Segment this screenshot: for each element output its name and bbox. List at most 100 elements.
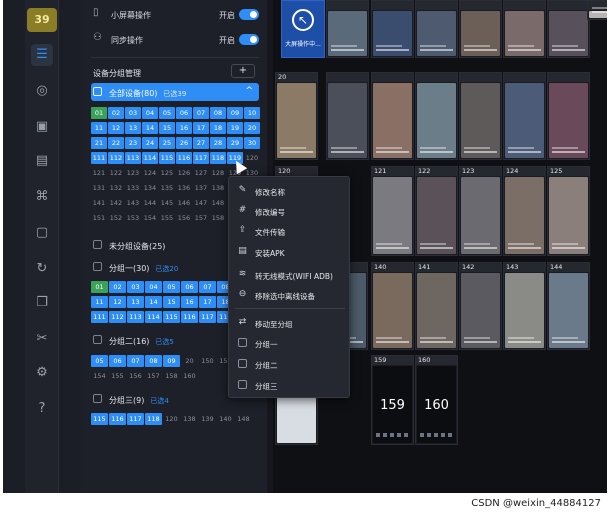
device-number-chip[interactable]: 06 [181,281,198,293]
device-number-chip[interactable]: 160 [181,370,198,382]
globe-icon[interactable]: ◎ [31,80,53,102]
checkbox[interactable] [93,262,102,271]
device-tile[interactable] [459,72,502,160]
device-number-chip[interactable]: 14 [145,296,162,308]
device-number-chip[interactable]: 112 [109,311,126,323]
device-number-chip[interactable]: 07 [127,355,144,367]
device-number-chip[interactable]: 122 [108,167,124,179]
device-tile[interactable] [371,0,414,58]
device-number-chip[interactable]: 115 [163,311,180,323]
device-number-chip[interactable]: 17 [193,122,209,134]
device-number-chip[interactable]: 09 [163,355,180,367]
device-number-chip[interactable]: 05 [91,355,108,367]
device-number-chip[interactable]: 146 [176,197,192,209]
checkbox[interactable] [93,87,102,96]
device-tile[interactable] [547,0,590,58]
device-number-chip[interactable]: 152 [108,212,124,224]
device-number-chip[interactable]: 07 [199,281,216,293]
device-number-chip[interactable]: 06 [176,107,192,119]
device-tile[interactable]: 125 [547,166,590,256]
file-settings-icon[interactable]: ▣ [31,116,53,138]
device-number-chip[interactable]: 157 [193,212,209,224]
device-number-chip[interactable]: 153 [125,212,141,224]
device-number-chip[interactable]: 02 [109,281,126,293]
device-number-chip[interactable]: 24 [142,137,158,149]
device-number-chip[interactable]: 13 [127,296,144,308]
device-number-chip[interactable]: 113 [127,311,144,323]
device-tile[interactable]: 159 159 [371,355,414,445]
command-icon[interactable]: ⌘ [31,186,53,208]
device-number-chip[interactable]: 02 [108,107,124,119]
device-number-chip[interactable]: 118 [210,152,226,164]
device-number-chip[interactable]: 156 [176,212,192,224]
device-number-chip[interactable]: 137 [193,182,209,194]
device-tile[interactable] [503,72,546,160]
device-number-chip[interactable]: 23 [125,137,141,149]
device-number-chip[interactable]: 150 [199,355,216,367]
device-number-chip[interactable]: 17 [199,296,216,308]
apk-icon[interactable]: ▤ [31,150,53,172]
device-number-chip[interactable]: 20 [181,355,198,367]
device-number-chip[interactable]: 05 [159,107,175,119]
device-number-chip[interactable]: 07 [193,107,209,119]
device-tile[interactable] [459,0,502,58]
document-icon[interactable]: ▢ [31,222,53,244]
device-number-chip[interactable]: 157 [145,370,162,382]
device-number-chip[interactable]: 126 [176,167,192,179]
device-number-chip[interactable]: 04 [142,107,158,119]
device-number-chip[interactable]: 111 [91,152,107,164]
device-number-chip[interactable]: 138 [210,182,226,194]
device-tile[interactable] [415,0,458,58]
device-number-chip[interactable]: 09 [227,107,243,119]
device-tile[interactable]: 121 [371,166,414,256]
menu-item-group-1[interactable]: 分组一 [235,335,345,351]
menu-item-group-3[interactable]: 分组三 [235,377,345,393]
device-number-chip[interactable]: 18 [210,122,226,134]
device-number-chip[interactable]: 117 [193,152,209,164]
checkbox[interactable] [238,380,247,389]
device-tile[interactable] [415,72,458,160]
help-icon[interactable]: ? [31,398,53,420]
device-number-chip[interactable]: 15 [163,296,180,308]
device-number-chip[interactable]: 116 [176,152,192,164]
device-tile[interactable]: 142 [459,262,502,350]
scissors-icon[interactable]: ✂ [31,328,53,350]
device-number-chip[interactable]: 114 [142,152,158,164]
device-number-chip[interactable]: 121 [91,167,107,179]
device-number-chip[interactable]: 158 [210,212,226,224]
device-number-chip[interactable]: 20 [244,122,260,134]
device-tile[interactable]: 124 [503,166,546,256]
device-number-chip[interactable]: 16 [181,296,198,308]
device-number-chip[interactable]: 30 [244,137,260,149]
device-number-chip[interactable]: 158 [163,370,180,382]
device-number-chip[interactable]: 03 [125,107,141,119]
device-number-chip[interactable]: 148 [210,197,226,209]
device-number-chip[interactable]: 133 [125,182,141,194]
device-number-chip[interactable]: 04 [145,281,162,293]
device-number-chip[interactable]: 155 [109,370,126,382]
device-number-chip[interactable]: 05 [163,281,180,293]
device-number-chip[interactable]: 144 [142,197,158,209]
device-number-chip[interactable]: 26 [176,137,192,149]
device-number-chip[interactable]: 123 [125,167,141,179]
device-number-chip[interactable]: 120 [244,152,260,164]
device-number-chip[interactable]: 114 [145,311,162,323]
device-tile[interactable] [503,0,546,58]
device-number-chip[interactable]: 156 [127,370,144,382]
device-number-chip[interactable]: 154 [142,212,158,224]
device-tile[interactable]: 141 [415,262,458,350]
device-tile[interactable] [587,0,607,20]
group-all-devices[interactable]: 全部设备(80) 已选39 ^ [91,83,259,101]
menu-item-install-apk[interactable]: ▤ 安装APK [235,244,345,260]
device-number-chip[interactable]: 118 [145,413,162,425]
checkbox[interactable] [238,338,247,347]
checkbox[interactable] [93,240,102,249]
device-number-chip[interactable]: 131 [91,182,107,194]
device-number-chip[interactable]: 128 [210,167,226,179]
device-number-chip[interactable]: 139 [199,413,216,425]
checkbox[interactable] [93,394,102,403]
device-number-chip[interactable]: 127 [193,167,209,179]
device-tile[interactable] [547,72,590,160]
device-number-chip[interactable]: 142 [108,197,124,209]
device-number-chip[interactable]: 19 [227,122,243,134]
